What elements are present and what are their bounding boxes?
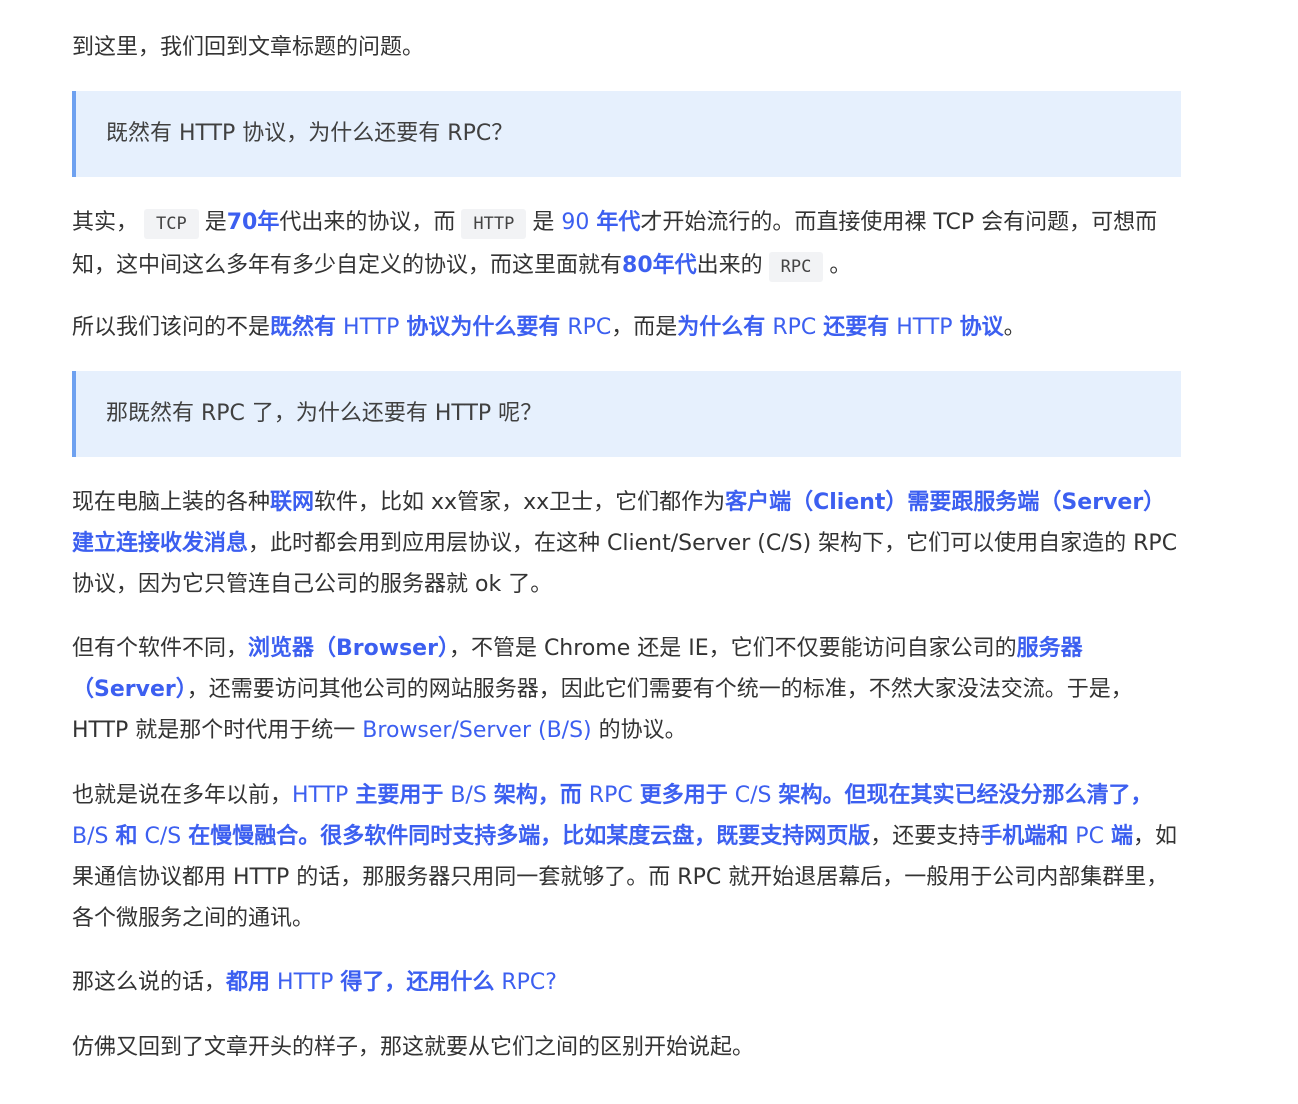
intro-paragraph: 到这里，我们回到文章标题的问题。	[72, 35, 425, 60]
text: 的协议。	[598, 718, 687, 743]
highlight: Browser/Server (B/S)	[362, 718, 592, 743]
blockquote-text: 既然有 HTTP 协议，为什么还要有 RPC？	[106, 121, 514, 146]
blockquote-text: 那既然有 RPC 了，为什么还要有 HTTP 呢？	[106, 401, 543, 426]
highlight: 90	[561, 210, 590, 235]
paragraph-client-server: 现在电脑上装的各种联网软件，比如 xx管家，xx卫士，它们都作为客户端（Clie…	[72, 482, 1181, 605]
paragraph-conclusion-question: 那这么说的话，都用 HTTP 得了，还用什么 RPC?	[72, 962, 1181, 1003]
text: 是	[204, 210, 227, 235]
text: 软件，比如 xx管家，xx卫士，它们都作为	[314, 490, 726, 515]
text: 。	[829, 253, 852, 278]
text: ，而是	[611, 315, 678, 340]
text: 现在电脑上装的各种	[72, 490, 271, 515]
inline-code-rpc: RPC	[768, 252, 824, 282]
highlight: PC	[1075, 824, 1104, 849]
highlight-bold: 得了，还用什么	[340, 970, 495, 995]
highlight-bold: 协议为什么要有	[406, 315, 561, 340]
text: 出来的	[696, 253, 763, 278]
highlight-bold: 架构，而	[493, 783, 582, 808]
highlight-bold: 为什么有	[677, 315, 766, 340]
highlight-bold: 联网	[270, 490, 315, 515]
highlight: HTTP	[277, 970, 334, 995]
text: 代出来的协议，而	[279, 210, 456, 235]
highlight: HTTP	[896, 315, 953, 340]
highlight-bold: 和	[115, 824, 138, 849]
highlight: C/S	[734, 783, 772, 808]
paragraph-convergence: 也就是说在多年以前，HTTP 主要用于 B/S 架构，而 RPC 更多用于 C/…	[72, 775, 1181, 939]
text: 是	[532, 210, 555, 235]
text: 也就是说在多年以前，	[72, 783, 293, 808]
highlight: HTTP	[343, 315, 400, 340]
highlight-bold: 浏览器（Browser）	[248, 636, 449, 661]
highlight: RPC?	[501, 970, 557, 995]
highlight-bold: 手机端和	[980, 824, 1069, 849]
highlight-bold: 主要用于	[355, 783, 444, 808]
text: ，还要支持	[870, 824, 981, 849]
highlight: RPC	[772, 315, 817, 340]
highlight-bold: 架构。但现在其实已经没分那么清了，	[778, 783, 1153, 808]
highlight-bold: 既然有	[270, 315, 337, 340]
text: 。	[1003, 315, 1026, 340]
highlight-bold: 都用	[226, 970, 271, 995]
highlight-bold: 协议	[959, 315, 1004, 340]
paragraph-history: 其实， TCP 是70年代出来的协议，而 HTTP 是 90 年代才开始流行的。而直接使…	[72, 202, 1181, 288]
paragraph-closing: 仿佛又回到了文章开头的样子，那这就要从它们之间的区别开始说起。	[72, 1035, 755, 1060]
highlight-bold: 还要有	[823, 315, 890, 340]
highlight: HTTP	[292, 783, 349, 808]
paragraph-question-reframe: 所以我们该问的不是既然有 HTTP 协议为什么要有 RPC，而是为什么有 RPC…	[72, 307, 1181, 348]
highlight-bold: 70年	[226, 210, 280, 235]
text: 但有个软件不同，	[72, 636, 249, 661]
highlight-bold: 在慢慢融合。很多软件同时支持多端，比如某度云盘，既要支持网页版	[188, 824, 871, 849]
highlight: B/S	[72, 824, 109, 849]
highlight: RPC	[588, 783, 633, 808]
highlight: C/S	[144, 824, 182, 849]
inline-code-http: HTTP	[461, 209, 527, 239]
highlight: RPC	[567, 315, 612, 340]
blockquote-question-2: 那既然有 RPC 了，为什么还要有 HTTP 呢？	[72, 371, 1181, 457]
text: 所以我们该问的不是	[72, 315, 271, 340]
text: 其实，	[72, 210, 139, 235]
highlight-bold: 端	[1110, 824, 1133, 849]
text: ，不管是 Chrome 还是 IE，它们不仅要能访问自家公司的	[448, 636, 1017, 661]
highlight-bold: 更多用于	[639, 783, 728, 808]
blockquote-question-1: 既然有 HTTP 协议，为什么还要有 RPC？	[72, 91, 1181, 177]
highlight-bold: 年代	[596, 210, 641, 235]
inline-code-tcp: TCP	[144, 209, 199, 239]
highlight-bold: 80年代	[622, 253, 697, 278]
highlight: B/S	[450, 783, 487, 808]
paragraph-browser-server: 但有个软件不同，浏览器（Browser），不管是 Chrome 还是 IE，它们…	[72, 628, 1181, 751]
text: 那这么说的话，	[72, 970, 227, 995]
